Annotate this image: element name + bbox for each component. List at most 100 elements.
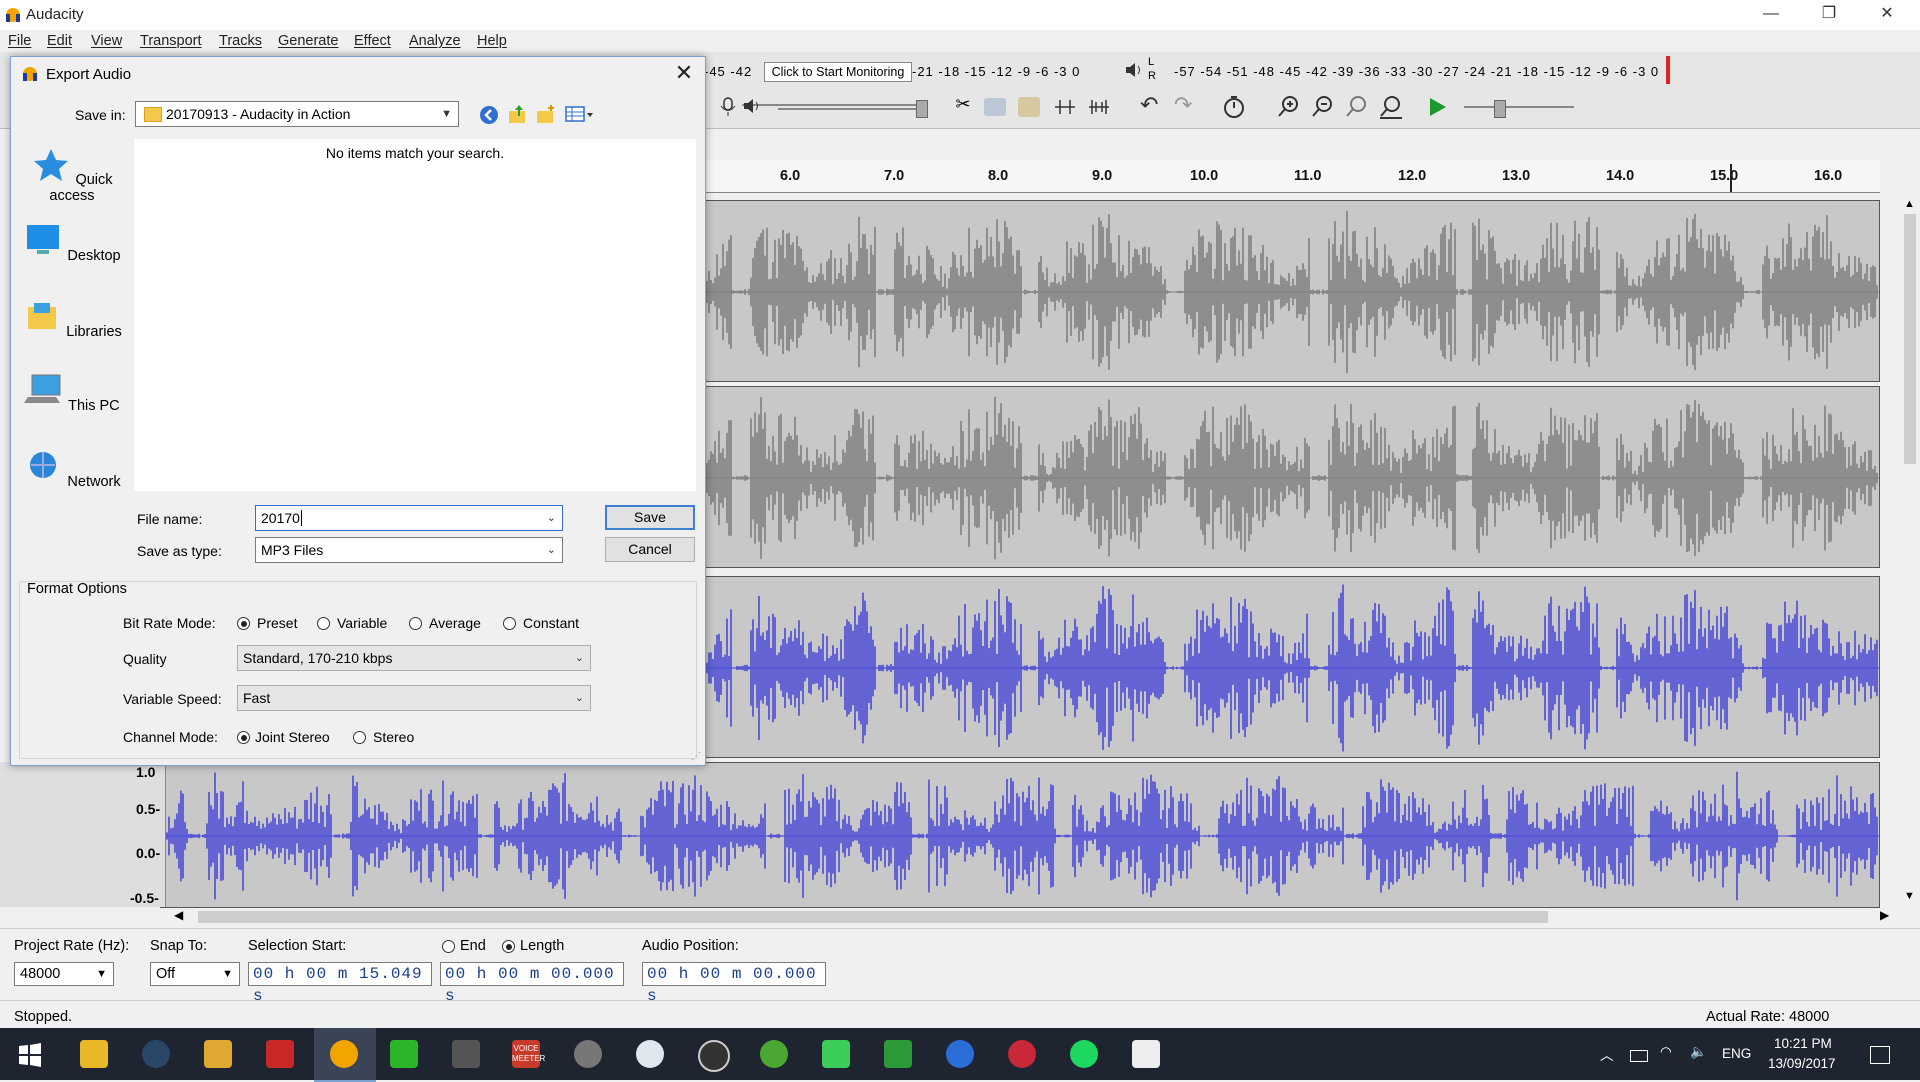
playback-volume-slider[interactable] bbox=[778, 108, 920, 110]
menu-edit[interactable]: Edit bbox=[47, 33, 72, 49]
speaker-meter-icon[interactable] bbox=[1124, 60, 1144, 80]
silence-audio-icon[interactable] bbox=[1086, 96, 1112, 118]
app-icon[interactable] bbox=[946, 1040, 974, 1068]
app-icon[interactable] bbox=[266, 1040, 294, 1068]
track-1-right-channel[interactable] bbox=[704, 386, 1880, 568]
utorrent-icon[interactable] bbox=[760, 1040, 788, 1068]
sync-lock-icon[interactable] bbox=[1222, 94, 1246, 120]
language-indicator[interactable]: ENG bbox=[1722, 1046, 1751, 1061]
menu-effect[interactable]: Effect bbox=[354, 33, 391, 49]
minimize-button[interactable]: — bbox=[1742, 0, 1800, 30]
zoom-out-icon[interactable] bbox=[1310, 94, 1334, 120]
vertical-scroll-thumb[interactable] bbox=[1904, 214, 1916, 464]
project-rate-select[interactable]: 48000 ▼ bbox=[14, 962, 114, 986]
steam-icon[interactable] bbox=[142, 1040, 170, 1068]
length-field[interactable]: 00 h 00 m 00.000 s bbox=[440, 962, 624, 1005]
record-volume-slider[interactable] bbox=[742, 104, 920, 106]
scroll-up-icon[interactable]: ▲ bbox=[1904, 198, 1915, 210]
fit-project-icon[interactable] bbox=[1378, 94, 1404, 120]
menu-transport[interactable]: Transport bbox=[140, 33, 202, 49]
track-1-left-channel[interactable] bbox=[704, 200, 1880, 382]
scroll-down-icon[interactable]: ▼ bbox=[1904, 890, 1915, 902]
menu-file[interactable]: File bbox=[8, 33, 31, 49]
audio-position-field[interactable]: 00 h 00 m 00.000 s bbox=[642, 962, 826, 1005]
save-in-dropdown[interactable]: 20170913 - Audacity in Action ▼ bbox=[135, 101, 459, 127]
menu-view[interactable]: View bbox=[91, 33, 122, 49]
cut-icon[interactable]: ✂ bbox=[950, 94, 976, 120]
bit-rate-average-radio[interactable] bbox=[409, 617, 422, 630]
play-at-speed-icon[interactable] bbox=[1426, 96, 1450, 118]
clock-time[interactable]: 10:21 PM bbox=[1774, 1036, 1832, 1051]
evernote-icon[interactable] bbox=[884, 1040, 912, 1068]
bit-rate-constant-radio[interactable] bbox=[503, 617, 516, 630]
windows-start-icon[interactable] bbox=[18, 1043, 42, 1067]
save-as-type-dropdown[interactable]: MP3 Files ⌄ bbox=[255, 537, 563, 563]
line-icon[interactable] bbox=[390, 1040, 418, 1068]
joint-stereo-radio[interactable] bbox=[237, 731, 250, 744]
mail-icon[interactable] bbox=[1132, 1040, 1160, 1068]
app-icon[interactable] bbox=[636, 1040, 664, 1068]
up-folder-icon[interactable] bbox=[507, 103, 529, 125]
menu-tracks[interactable]: Tracks bbox=[219, 33, 262, 49]
dialog-close-button[interactable]: ✕ bbox=[667, 59, 701, 87]
trim-audio-icon[interactable] bbox=[1052, 96, 1078, 118]
menu-help[interactable]: Help bbox=[477, 33, 507, 49]
new-folder-icon[interactable] bbox=[535, 103, 557, 125]
play-speed-slider[interactable] bbox=[1464, 106, 1574, 108]
app-icon[interactable] bbox=[1008, 1040, 1036, 1068]
copy-icon[interactable] bbox=[984, 98, 1006, 116]
place-desktop[interactable]: Desktop bbox=[17, 223, 127, 264]
voicemeeter-icon[interactable]: VOICE MEETER bbox=[512, 1040, 545, 1068]
maximize-button[interactable]: ❐ bbox=[1800, 0, 1858, 30]
bit-rate-preset-radio[interactable] bbox=[237, 617, 250, 630]
zoom-in-icon[interactable] bbox=[1276, 94, 1300, 120]
end-radio[interactable] bbox=[442, 940, 455, 953]
view-menu-icon[interactable] bbox=[565, 105, 597, 123]
paste-icon[interactable] bbox=[1018, 97, 1040, 117]
save-button[interactable]: Save bbox=[605, 505, 695, 530]
menu-analyze[interactable]: Analyze bbox=[409, 33, 461, 49]
track-2-left-channel[interactable] bbox=[704, 576, 1880, 758]
track-control-panel[interactable] bbox=[0, 762, 166, 907]
playback-volume-thumb[interactable] bbox=[916, 100, 928, 118]
wifi-icon[interactable]: ◠ bbox=[1660, 1044, 1672, 1060]
action-center-icon[interactable] bbox=[1870, 1046, 1890, 1064]
file-name-input[interactable]: 20170 ⌄ bbox=[255, 505, 563, 531]
horizontal-scroll-thumb[interactable] bbox=[198, 911, 1548, 923]
place-this-pc[interactable]: This PC bbox=[17, 373, 127, 414]
place-network[interactable]: Network bbox=[17, 449, 127, 490]
app-icon[interactable] bbox=[574, 1040, 602, 1068]
scroll-right-icon[interactable]: ▶ bbox=[1880, 908, 1889, 922]
quality-dropdown[interactable]: Standard, 170-210 kbps ⌄ bbox=[237, 645, 591, 671]
play-speed-thumb[interactable] bbox=[1494, 100, 1506, 118]
file-explorer-icon[interactable] bbox=[80, 1040, 108, 1068]
bit-rate-variable-radio[interactable] bbox=[317, 617, 330, 630]
obs-icon[interactable] bbox=[698, 1040, 730, 1072]
app-icon[interactable] bbox=[204, 1040, 232, 1068]
redo-icon[interactable]: ↷ bbox=[1174, 92, 1192, 118]
variable-speed-dropdown[interactable]: Fast ⌄ bbox=[237, 685, 591, 711]
audacity-taskbar-icon[interactable] bbox=[330, 1040, 358, 1068]
fit-selection-icon[interactable] bbox=[1344, 94, 1368, 120]
volume-icon[interactable]: 🔈 bbox=[1690, 1044, 1707, 1060]
back-icon[interactable] bbox=[479, 105, 499, 125]
track-2-right-channel[interactable] bbox=[160, 762, 1880, 908]
resize-grip-icon[interactable]: ⋰ bbox=[691, 751, 701, 762]
selection-start-field[interactable]: 00 h 00 m 15.049 s bbox=[248, 962, 432, 1005]
app-icon[interactable] bbox=[452, 1040, 480, 1068]
menu-generate[interactable]: Generate bbox=[278, 33, 338, 49]
stereo-radio[interactable] bbox=[353, 731, 366, 744]
record-meter-monitor-button[interactable]: Click to Start Monitoring bbox=[764, 62, 912, 82]
battery-icon[interactable] bbox=[1630, 1050, 1648, 1062]
length-radio[interactable] bbox=[502, 940, 515, 953]
cancel-button[interactable]: Cancel bbox=[605, 537, 695, 562]
snap-to-select[interactable]: Off ▼ bbox=[150, 962, 240, 986]
file-list[interactable]: No items match your search. bbox=[134, 139, 696, 491]
clock-date[interactable]: 13/09/2017 bbox=[1768, 1056, 1836, 1071]
app-icon[interactable] bbox=[822, 1040, 850, 1068]
close-window-button[interactable]: ✕ bbox=[1858, 0, 1916, 30]
place-quick-access[interactable]: Quick access bbox=[17, 147, 127, 204]
tray-chevron-icon[interactable]: ︿ bbox=[1600, 1044, 1614, 1064]
scroll-left-icon[interactable]: ◀ bbox=[174, 908, 183, 922]
spotify-icon[interactable] bbox=[1070, 1040, 1098, 1068]
